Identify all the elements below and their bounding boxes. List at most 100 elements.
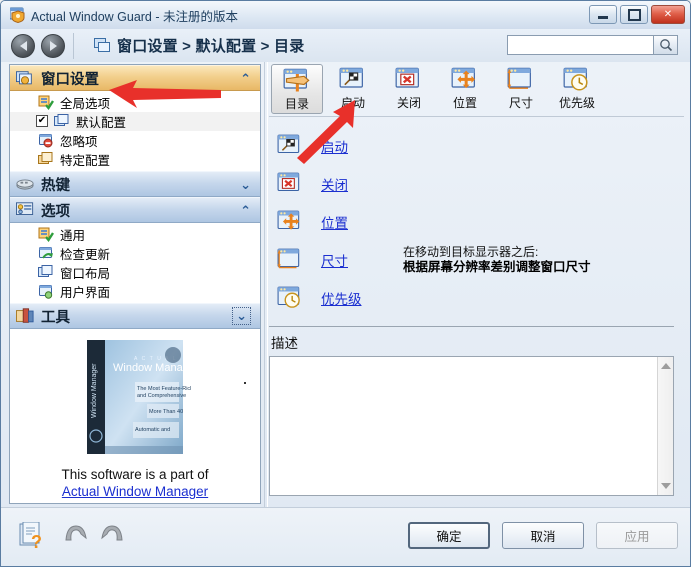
signpost-icon bbox=[283, 68, 310, 92]
chevron-down-icon[interactable]: ⌄ bbox=[232, 307, 251, 325]
help-document-icon[interactable]: ? bbox=[19, 522, 45, 550]
list-item[interactable]: 优先级 bbox=[277, 279, 684, 317]
tab-2[interactable]: 关闭 bbox=[383, 64, 435, 114]
description-divider bbox=[269, 326, 674, 327]
priority-clock-icon bbox=[277, 286, 300, 308]
sidebar-item-3[interactable]: 用户界面 bbox=[10, 282, 260, 301]
tab-bar: 目录 启动 关闭 位置 尺寸 优先级 bbox=[269, 64, 684, 117]
specific-config-icon bbox=[38, 152, 53, 164]
startup-flag-icon bbox=[277, 134, 300, 154]
redo-arrow-icon[interactable] bbox=[99, 522, 125, 544]
dialog-button-1[interactable]: 取消 bbox=[502, 522, 584, 549]
undo-arrow-icon[interactable] bbox=[63, 522, 89, 544]
promo-text: This software is a part of bbox=[61, 467, 209, 482]
description-line-2: 根据屏幕分辨率差别调整窗口尺寸 bbox=[403, 259, 591, 274]
description-label: 描述 bbox=[271, 336, 298, 351]
size-ruler-icon bbox=[507, 67, 531, 89]
app-window: Actual Window Guard - 未注册的版本 ✕ 窗口设置 > 默认… bbox=[0, 0, 691, 567]
priority-clock-icon bbox=[563, 67, 588, 91]
list-item[interactable]: 位置 bbox=[277, 203, 684, 241]
main-panel: 目录 启动 关闭 位置 尺寸 优先级 启动 关闭 位置 尺寸 在移动到目标显示器之后: 根据屏幕分辨… bbox=[269, 64, 684, 504]
footer-bar: ? 确定 取消 应用 bbox=[1, 507, 690, 566]
sidebar-item-3[interactable]: 特定配置 bbox=[10, 150, 260, 169]
description-line-1: 在移动到目标显示器之后: bbox=[403, 244, 539, 259]
svg-text:Window Manager: Window Manager bbox=[91, 363, 98, 418]
position-arrows-icon bbox=[451, 67, 475, 89]
tab-3[interactable]: 位置 bbox=[439, 64, 491, 114]
sidebar-section-header-3[interactable]: 工具 ⌄ bbox=[10, 303, 260, 329]
list-item-link[interactable]: 关闭 bbox=[321, 174, 363, 194]
scroll-up-icon[interactable] bbox=[661, 363, 671, 369]
sidebar-section-title: 窗口设置 bbox=[41, 71, 99, 88]
chevron-up-icon[interactable]: ⌃ bbox=[240, 203, 251, 219]
title-bar: Actual Window Guard - 未注册的版本 ✕ bbox=[1, 1, 690, 29]
sidebar-section-header-2[interactable]: 选项 ⌃ bbox=[10, 197, 260, 223]
list-item-link[interactable]: 位置 bbox=[321, 212, 363, 232]
dialog-button-2: 应用 bbox=[596, 522, 678, 549]
description-scrollbar[interactable] bbox=[657, 357, 673, 495]
tab-label: 关闭 bbox=[396, 96, 421, 110]
list-item[interactable]: 尺寸 在移动到目标显示器之后: 根据屏幕分辨率差别调整窗口尺寸 bbox=[277, 241, 684, 279]
tab-0[interactable]: 目录 bbox=[271, 64, 323, 114]
promo-dot bbox=[244, 382, 246, 384]
promo-link[interactable]: Actual Window Manager bbox=[10, 484, 260, 499]
breadcrumb: 窗口设置 > 默认配置 > 目录 bbox=[117, 38, 305, 55]
content-area: 窗口设置 ⌃ 全局选项 ✔ 默认配置忽略项 特定配置热键 ⌄ 选项 ⌃ 通用检查更新 窗口布局 用户界… bbox=[1, 62, 690, 508]
sidebar-item-0[interactable]: 通用 bbox=[10, 225, 260, 244]
list-item-description: 在移动到目标显示器之后: 根据屏幕分辨率差别调整窗口尺寸 bbox=[403, 245, 591, 276]
sidebar-item-label: 全局选项 bbox=[60, 97, 111, 111]
list-item-link[interactable]: 优先级 bbox=[321, 288, 363, 308]
chevron-down-icon[interactable]: ⌄ bbox=[240, 177, 251, 193]
tab-label: 优先级 bbox=[558, 96, 595, 110]
sidebar-item-2[interactable]: 窗口布局 bbox=[10, 263, 260, 282]
svg-text:The Most Feature-Rich: The Most Feature-Rich bbox=[137, 386, 191, 392]
global-options-icon bbox=[38, 95, 54, 110]
window-controls: ✕ bbox=[589, 5, 685, 24]
dialog-button-0[interactable]: 确定 bbox=[408, 522, 490, 549]
search-input[interactable] bbox=[507, 35, 653, 55]
forward-button[interactable] bbox=[41, 34, 65, 58]
window-title: Actual Window Guard - 未注册的版本 bbox=[31, 10, 238, 24]
sidebar-item-1[interactable]: 检查更新 bbox=[10, 244, 260, 263]
list-item-link[interactable]: 启动 bbox=[321, 136, 363, 156]
tab-1[interactable]: 启动 bbox=[327, 64, 379, 114]
sidebar-item-label: 检查更新 bbox=[60, 248, 111, 262]
tab-label: 目录 bbox=[284, 97, 309, 111]
minimize-button[interactable] bbox=[589, 5, 617, 24]
tab-4[interactable]: 尺寸 bbox=[495, 64, 547, 114]
sidebar-tree-0: 全局选项 ✔ 默认配置忽略项 特定配置 bbox=[10, 91, 260, 171]
chevron-up-icon[interactable]: ⌃ bbox=[240, 71, 251, 87]
sidebar-tree-2: 通用检查更新 窗口布局 用户界面 bbox=[10, 223, 260, 303]
sidebar-item-2[interactable]: 忽略项 bbox=[10, 131, 260, 150]
list-item[interactable]: 启动 bbox=[277, 127, 684, 165]
scroll-down-icon[interactable] bbox=[661, 483, 671, 489]
list-item[interactable]: 关闭 bbox=[277, 165, 684, 203]
sidebar-sections: 窗口设置 ⌃ 全局选项 ✔ 默认配置忽略项 特定配置热键 ⌄ 选项 ⌃ 通用检查更新 窗口布局 用户界… bbox=[10, 65, 260, 329]
options-icon bbox=[16, 202, 34, 215]
search-button[interactable] bbox=[653, 35, 678, 55]
sidebar-item-label: 通用 bbox=[60, 229, 86, 243]
maximize-button[interactable] bbox=[620, 5, 648, 24]
sidebar-item-1[interactable]: ✔ 默认配置 bbox=[10, 112, 260, 131]
navigation-bar: 窗口设置 > 默认配置 > 目录 bbox=[1, 29, 690, 62]
general-icon bbox=[38, 227, 54, 242]
sidebar-item-0[interactable]: 全局选项 bbox=[10, 93, 260, 112]
hotkey-icon bbox=[16, 179, 34, 190]
list-item-link[interactable]: 尺寸 bbox=[321, 250, 363, 270]
checkbox[interactable]: ✔ bbox=[36, 115, 48, 127]
sidebar-section-title: 选项 bbox=[41, 203, 70, 220]
tools-icon bbox=[16, 308, 34, 323]
sidebar-section-header-0[interactable]: 窗口设置 ⌃ bbox=[10, 65, 260, 91]
tab-5[interactable]: 优先级 bbox=[551, 64, 603, 114]
description-box[interactable] bbox=[269, 356, 674, 496]
sidebar-section-header-1[interactable]: 热键 ⌄ bbox=[10, 171, 260, 197]
windows-cascade-icon bbox=[94, 38, 110, 52]
shield-window-icon bbox=[10, 7, 25, 23]
promo-panel: Window Manager A C T U A L Window Manage… bbox=[10, 338, 260, 499]
check-update-icon bbox=[39, 247, 53, 259]
sidebar-section-title: 热键 bbox=[41, 177, 70, 194]
user-interface-icon bbox=[39, 285, 53, 299]
back-button[interactable] bbox=[11, 34, 35, 58]
close-button[interactable]: ✕ bbox=[651, 5, 685, 24]
sidebar-item-label: 忽略项 bbox=[60, 135, 98, 149]
